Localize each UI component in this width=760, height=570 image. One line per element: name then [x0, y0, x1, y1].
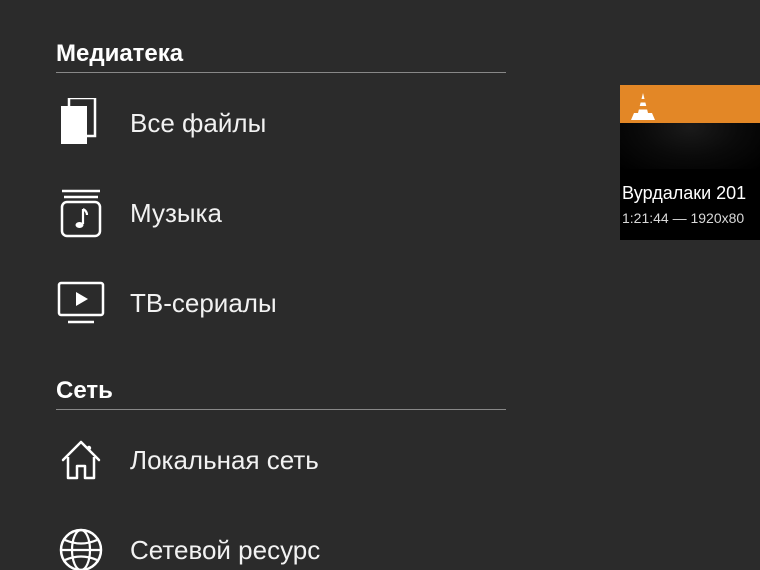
- menu-item-label: ТВ-сериалы: [130, 288, 277, 319]
- card-meta: 1:21:44 — 1920x80: [620, 210, 760, 240]
- vlc-cone-icon: [630, 91, 656, 121]
- menu-item-label: Все файлы: [130, 108, 266, 139]
- tv-icon: [56, 278, 106, 328]
- divider: [56, 409, 506, 410]
- menu-item-music[interactable]: Музыка: [56, 183, 620, 243]
- globe-icon: [56, 525, 106, 570]
- card-banner: [620, 85, 760, 123]
- card-thumbnail: [620, 123, 760, 169]
- content-panel: Вурдалаки 201 1:21:44 — 1920x80: [620, 0, 760, 570]
- card-title: Вурдалаки 201: [620, 169, 760, 210]
- menu-item-label: Сетевой ресурс: [130, 535, 320, 566]
- section-header-network: Сеть: [56, 377, 620, 405]
- media-card[interactable]: Вурдалаки 201 1:21:44 — 1920x80: [620, 85, 760, 240]
- sidebar: Медиатека Все файлы Музыка: [0, 0, 620, 570]
- files-icon: [56, 98, 106, 148]
- section-header-library: Медиатека: [56, 40, 620, 68]
- menu-item-local-network[interactable]: Локальная сеть: [56, 430, 620, 490]
- menu-item-label: Музыка: [130, 198, 222, 229]
- music-icon: [56, 188, 106, 238]
- home-icon: [56, 435, 106, 485]
- menu-item-all-files[interactable]: Все файлы: [56, 93, 620, 153]
- menu-item-label: Локальная сеть: [130, 445, 319, 476]
- menu-item-tv-series[interactable]: ТВ-сериалы: [56, 273, 620, 333]
- menu-item-network-stream[interactable]: Сетевой ресурс: [56, 520, 620, 570]
- divider: [56, 72, 506, 73]
